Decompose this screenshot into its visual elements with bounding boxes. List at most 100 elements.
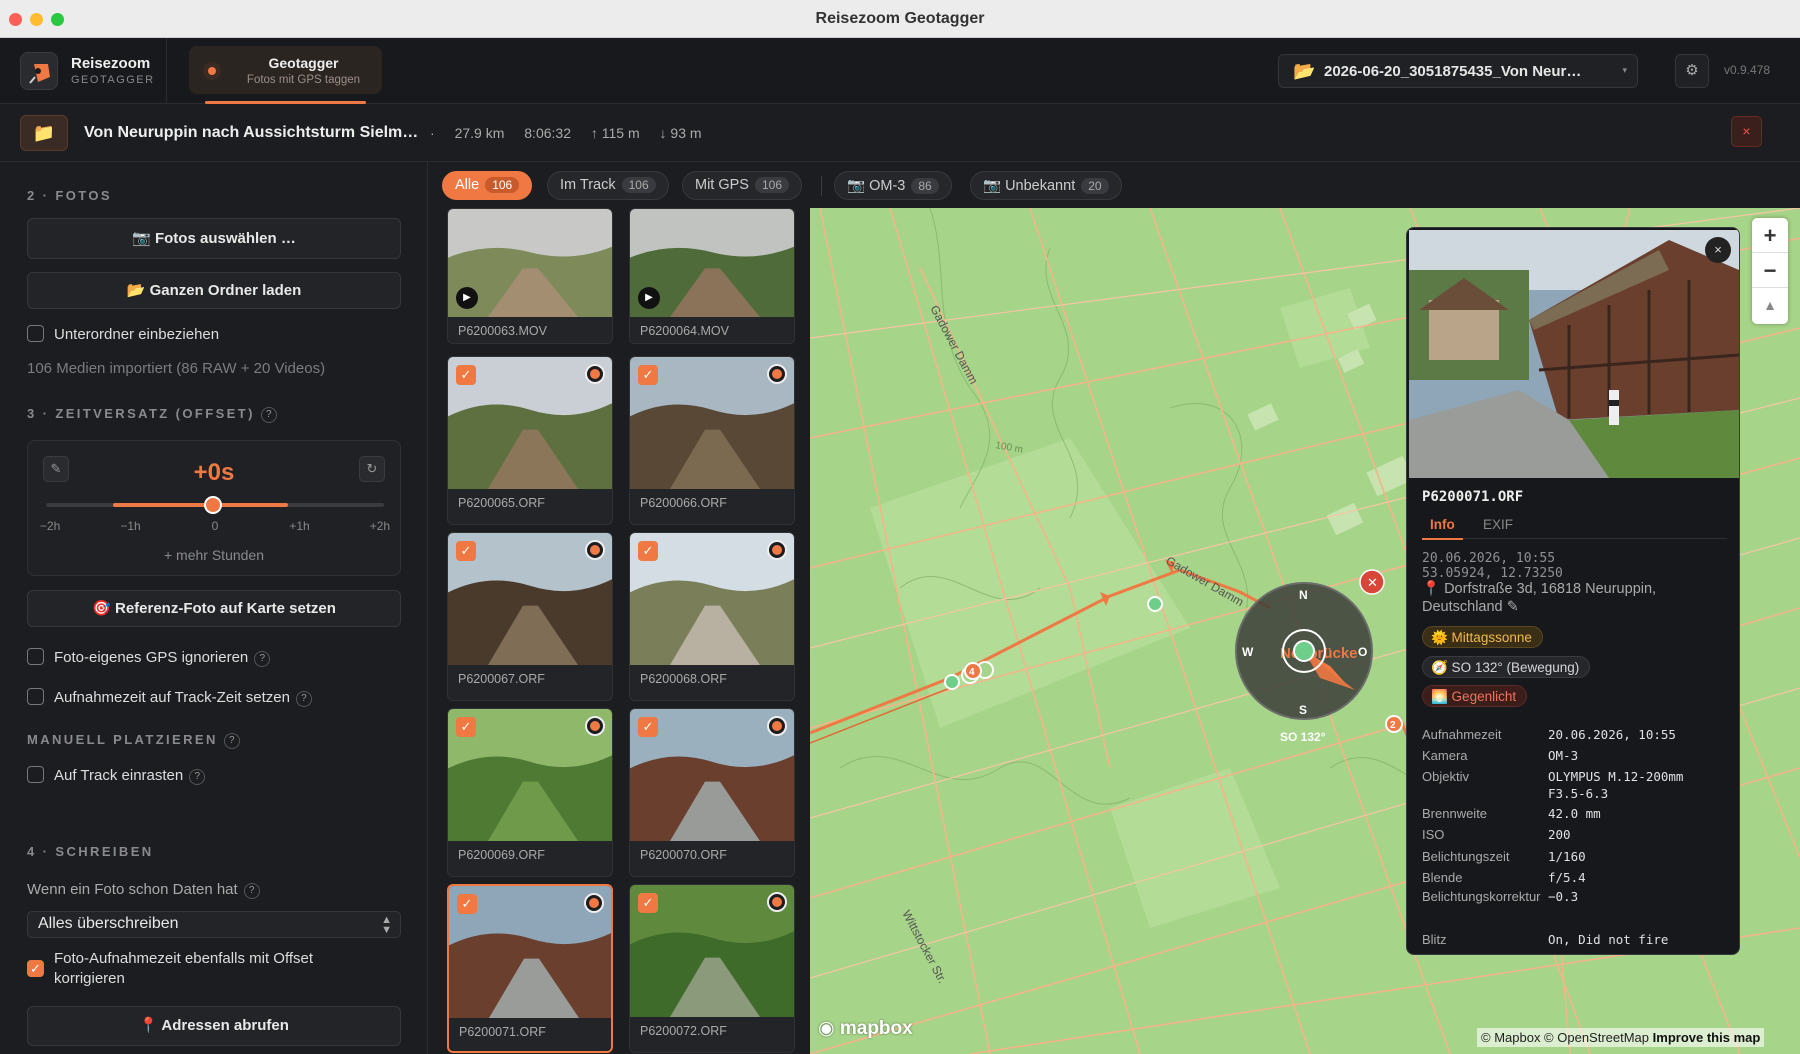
existing-data-value: Alles überschreiben [38,915,179,932]
checked-icon[interactable]: ✓ [638,541,658,561]
checkbox-box[interactable] [27,325,44,342]
offset-section-label: 3 · ZEITVERSATZ (OFFSET) [27,406,255,421]
help-icon[interactable]: ? [260,407,277,423]
fetch-addresses-button[interactable]: 📍 Adressen abrufen [27,1006,401,1046]
filter-camera-om3[interactable]: 📷 OM-3 86 [834,171,952,200]
include-subfolders-checkbox[interactable]: Unterordner einbeziehen [27,325,219,343]
photos-section-title: 2 · FOTOS [27,188,112,203]
exif-key: ISO [1422,827,1445,842]
thumbnail-filename: P6200065.ORF [458,496,545,510]
filter-label: 📷 Unbekannt [983,178,1076,194]
exif-key: Aufnahmezeit [1422,727,1502,742]
tick-label: −1h [120,519,141,533]
brand-name: Reisezoom [71,55,151,72]
thumbnail-filename: P6200072.ORF [640,1024,727,1038]
improve-map-link[interactable]: Improve this map [1653,1030,1761,1045]
checked-icon[interactable]: ✓ [638,365,658,385]
help-icon[interactable]: ? [223,733,240,749]
gps-pin-icon [767,540,787,560]
exif-value: −0.3 [1548,889,1579,904]
app-logo [20,52,58,90]
checked-icon[interactable]: ✓ [638,717,658,737]
help-icon[interactable]: ? [295,691,312,707]
filter-count: 106 [485,177,520,193]
checkbox-box[interactable] [27,648,44,665]
photo-thumbnail[interactable]: ▶ P6200063.MOV [447,208,613,344]
checked-icon[interactable]: ✓ [638,893,658,913]
ignore-gps-checkbox[interactable]: Foto-eigenes GPS ignorieren? [27,648,271,667]
filter-all[interactable]: Alle 106 [442,171,533,200]
photo-thumbnail[interactable]: ✓ P6200065.ORF [447,356,613,525]
open-track-button[interactable]: 📁 [20,115,68,151]
offset-slider-handle[interactable] [204,496,222,514]
north-arrow-icon[interactable]: ▲ [1752,288,1788,323]
address-line-2[interactable]: Deutschland ✎ [1422,598,1727,616]
tick-label: −2h [39,519,61,533]
track-distance: 27.9 km [454,125,505,141]
filter-label: Alle [455,177,480,193]
filter-label: 📷 OM-3 [847,178,906,194]
photo-thumbnail[interactable]: ✓ P6200070.ORF [629,708,795,877]
gps-pin-icon [584,893,604,913]
set-track-time-checkbox[interactable]: Aufnahmezeit auf Track-Zeit setzen? [27,688,312,707]
help-icon[interactable]: ? [254,651,271,667]
photo-detail-popup: × P6200071.ORF Info EXIF 20.06.2026, 10:… [1406,227,1740,955]
photo-thumbnail[interactable]: ▶ P6200064.MOV [629,208,795,344]
offset-value: +0s [193,459,235,486]
close-popup-button[interactable]: × [1705,237,1731,263]
window-title: Reisezoom Geotagger [815,10,985,27]
attribution-text[interactable]: © Mapbox © OpenStreetMap [1481,1030,1649,1045]
chevron-down-icon: ▾ [1622,65,1627,75]
reference-photo-button[interactable]: 🎯 Referenz-Foto auf Karte setzen [27,590,401,627]
correct-time-label-1: Foto-Aufnahmezeit ebenfalls mit Offset [54,950,314,967]
snap-track-checkbox[interactable]: Auf Track einrasten? [27,766,206,785]
filter-count: 20 [1081,178,1109,194]
help-icon[interactable]: ? [243,883,260,899]
filter-camera-unknown[interactable]: 📷 Unbekannt 20 [970,171,1122,200]
close-compass-icon: ✕ [1367,575,1378,590]
checked-icon[interactable]: ✓ [456,717,476,737]
checked-icon[interactable]: ✓ [456,365,476,385]
nav-tab-indicator [205,101,366,104]
tab-exif[interactable]: EXIF [1483,517,1513,532]
exif-key: Kamera [1422,748,1468,763]
photo-cluster-label: 2 [1390,720,1396,731]
nav-tab-geotagger[interactable]: Geotagger Fotos mit GPS taggen [189,46,382,94]
track-file-select[interactable]: 📂 2026-06-20_3051875435_Von Neur… ▾ [1278,54,1638,88]
zoom-in-button[interactable]: + [1752,218,1788,253]
existing-data-select[interactable]: Alles überschreiben ▲ ▼ [27,911,401,938]
filter-with-gps[interactable]: Mit GPS 106 [682,171,803,200]
select-photos-button[interactable]: 📷 Fotos auswählen … [27,218,401,259]
checked-icon[interactable]: ✓ [457,894,477,914]
help-icon[interactable]: ? [189,769,206,785]
photo-thumbnail[interactable]: ✓ P6200067.ORF [447,532,613,701]
snap-track-label: Auf Track einrasten [54,767,184,784]
photo-thumbnail[interactable]: ✓ P6200072.ORF [629,884,795,1053]
close-track-button[interactable]: × [1731,116,1762,147]
load-folder-button[interactable]: 📂 Ganzen Ordner laden [27,272,401,309]
thumbnail-filename: P6200069.ORF [458,848,545,862]
filter-in-track[interactable]: Im Track 106 [547,171,669,200]
exif-key: Blitz [1422,932,1447,947]
manual-section-label: MANUELL PLATZIEREN [27,732,218,747]
photo-thumbnail[interactable]: ✓ P6200068.ORF [629,532,795,701]
checked-icon[interactable]: ✓ [456,541,476,561]
settings-button[interactable]: ⚙ [1675,54,1709,88]
set-track-time-label: Aufnahmezeit auf Track-Zeit setzen [54,689,290,706]
exif-value: OLYMPUS M.12-200mm F3.5-6.3 [1548,769,1684,801]
zoom-out-button[interactable]: − [1752,253,1788,288]
photo-thumbnail[interactable]: ✓ P6200066.ORF [629,356,795,525]
checkbox-box[interactable] [27,766,44,783]
more-hours-link[interactable]: + mehr Stunden [28,547,400,563]
tab-info[interactable]: Info [1422,517,1463,540]
correct-time-checkbox[interactable]: Foto-Aufnahmezeit ebenfalls mit Offset ko… [27,949,401,989]
photo-thumbnail[interactable]: ✓ P6200071.ORF [447,884,613,1053]
tick-label: 0 [211,519,219,533]
exif-value: OM-3 [1548,748,1579,763]
checkbox-checked[interactable] [27,959,44,979]
exif-value: On, Did not fire [1548,932,1669,947]
checkbox-box[interactable] [27,688,44,705]
import-status: 106 Medien importiert (86 RAW + 20 Video… [27,360,326,377]
filter-count: 86 [911,178,939,194]
photo-thumbnail[interactable]: ✓ P6200069.ORF [447,708,613,877]
